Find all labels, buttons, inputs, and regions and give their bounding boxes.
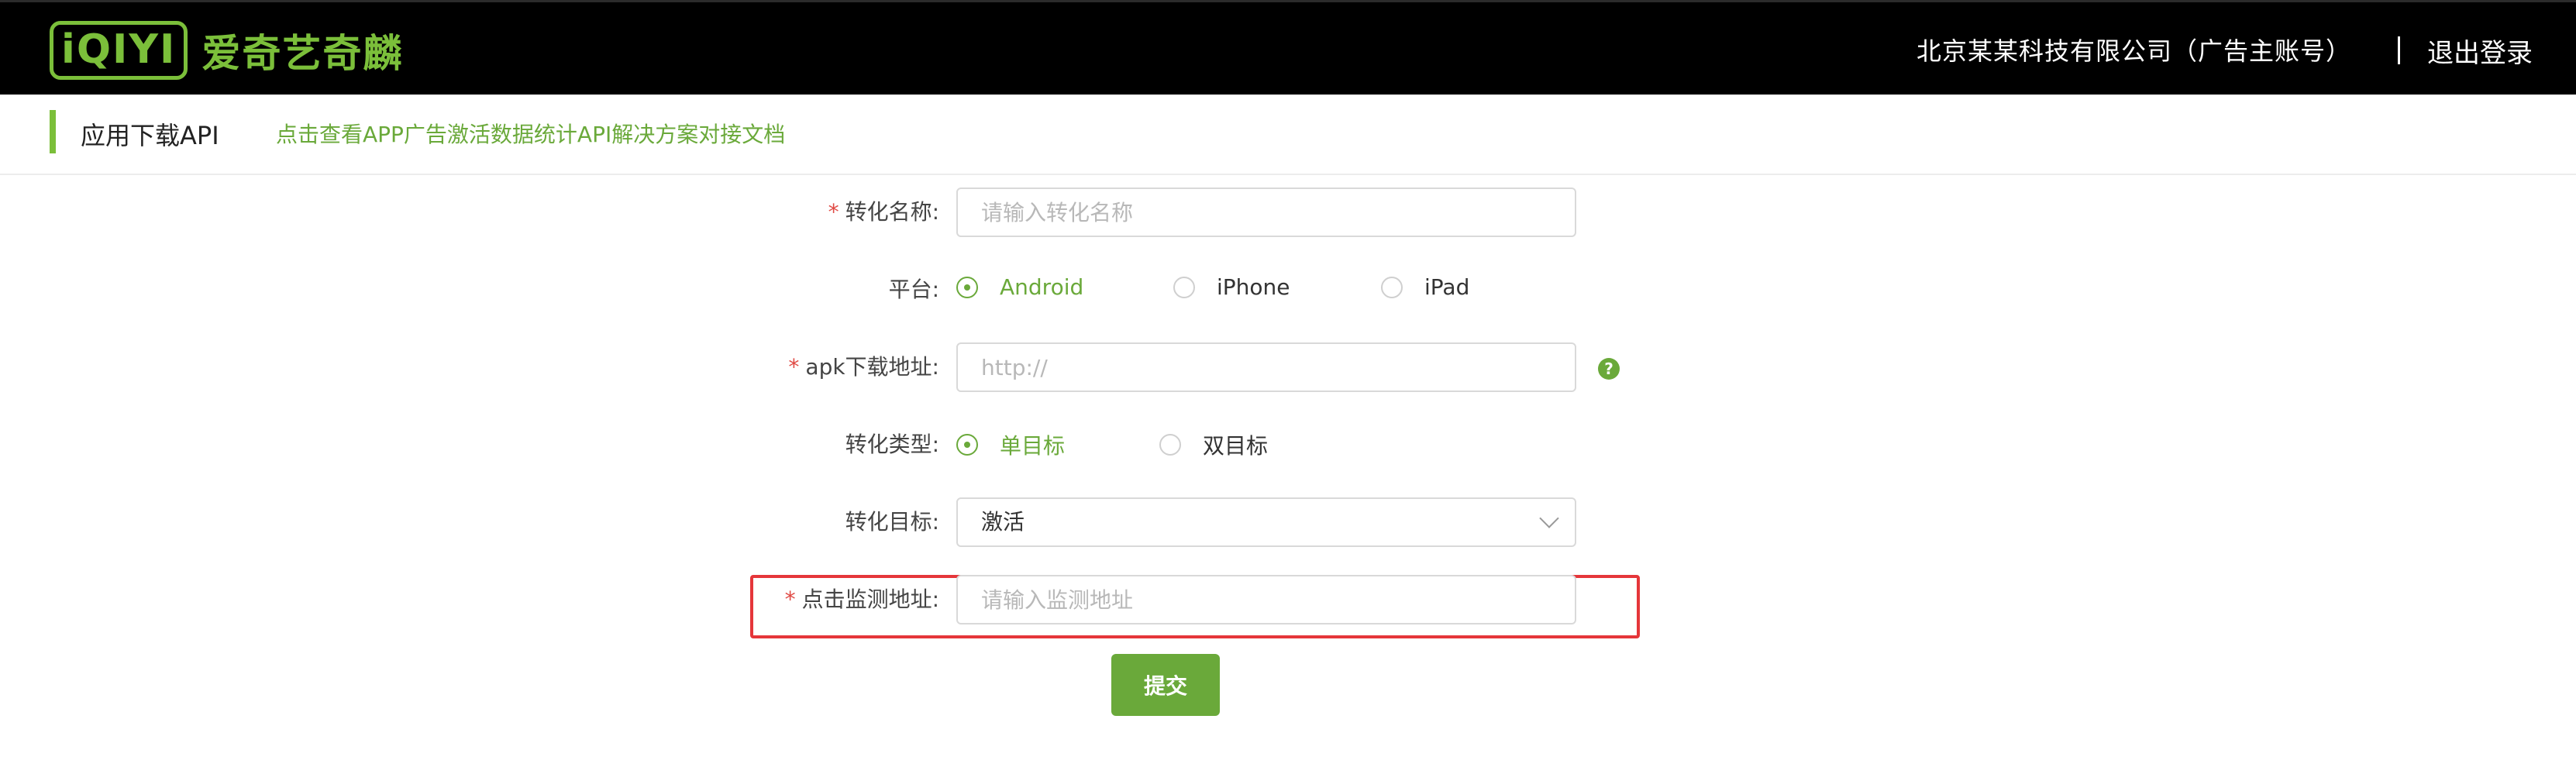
conversion-name-label: * 转化名称:: [828, 199, 939, 225]
radio-dot: [1381, 276, 1403, 298]
header-divider: [2398, 36, 2400, 64]
logout-link[interactable]: 退出登录: [2427, 32, 2533, 70]
conversion-type-radio-single[interactable]: 单目标: [956, 429, 1065, 460]
radio-dot: [1159, 434, 1181, 456]
question-icon[interactable]: ?: [1598, 358, 1620, 380]
title-accent-bar: [50, 110, 56, 153]
conversion-type-radio-dual[interactable]: 双目标: [1159, 429, 1268, 460]
top-navigation-bar: iQIYI 爱奇艺奇麟 北京某某科技有限公司（广告主账号） 退出登录: [0, 0, 2576, 95]
platform-radio-ipad[interactable]: iPad: [1381, 274, 1469, 300]
api-doc-link[interactable]: 点击查看APP广告激活数据统计API解决方案对接文档: [276, 118, 785, 149]
click-monitor-url-input[interactable]: [956, 575, 1576, 624]
required-mark: *: [828, 199, 839, 225]
apk-url-input[interactable]: [956, 342, 1576, 392]
conversion-name-input[interactable]: [956, 188, 1576, 237]
platform-radio-iphone[interactable]: iPhone: [1173, 274, 1290, 300]
logo-text: 爱奇艺奇麟: [201, 31, 404, 76]
platform-radio-android[interactable]: Android: [956, 274, 1083, 300]
account-name: 北京某某科技有限公司（广告主账号）: [1916, 36, 2351, 66]
radio-dot: [956, 434, 978, 456]
click-monitor-url-label: * 点击监测地址:: [784, 587, 939, 612]
selected-value: 激活: [981, 509, 1025, 535]
iqiyi-logo[interactable]: iQIYI 爱奇艺奇麟: [50, 21, 403, 80]
conversion-type-label: 转化类型:: [845, 432, 939, 457]
radio-dot: [956, 276, 978, 298]
required-mark: *: [788, 354, 800, 380]
page-subheader: 应用下载API 点击查看APP广告激活数据统计API解决方案对接文档: [0, 95, 2576, 175]
apk-url-label: * apk下载地址:: [788, 354, 939, 380]
conversion-goal-select[interactable]: 激活: [956, 497, 1576, 547]
page-title: 应用下载API: [81, 121, 219, 150]
required-mark: *: [784, 587, 796, 612]
chevron-down-icon: [1539, 508, 1559, 528]
radio-dot: [1173, 276, 1195, 298]
submit-button[interactable]: 提交: [1111, 654, 1220, 716]
logo-mark: iQIYI: [50, 21, 188, 80]
conversion-goal-label: 转化目标:: [845, 509, 939, 535]
platform-label: 平台:: [888, 277, 939, 302]
